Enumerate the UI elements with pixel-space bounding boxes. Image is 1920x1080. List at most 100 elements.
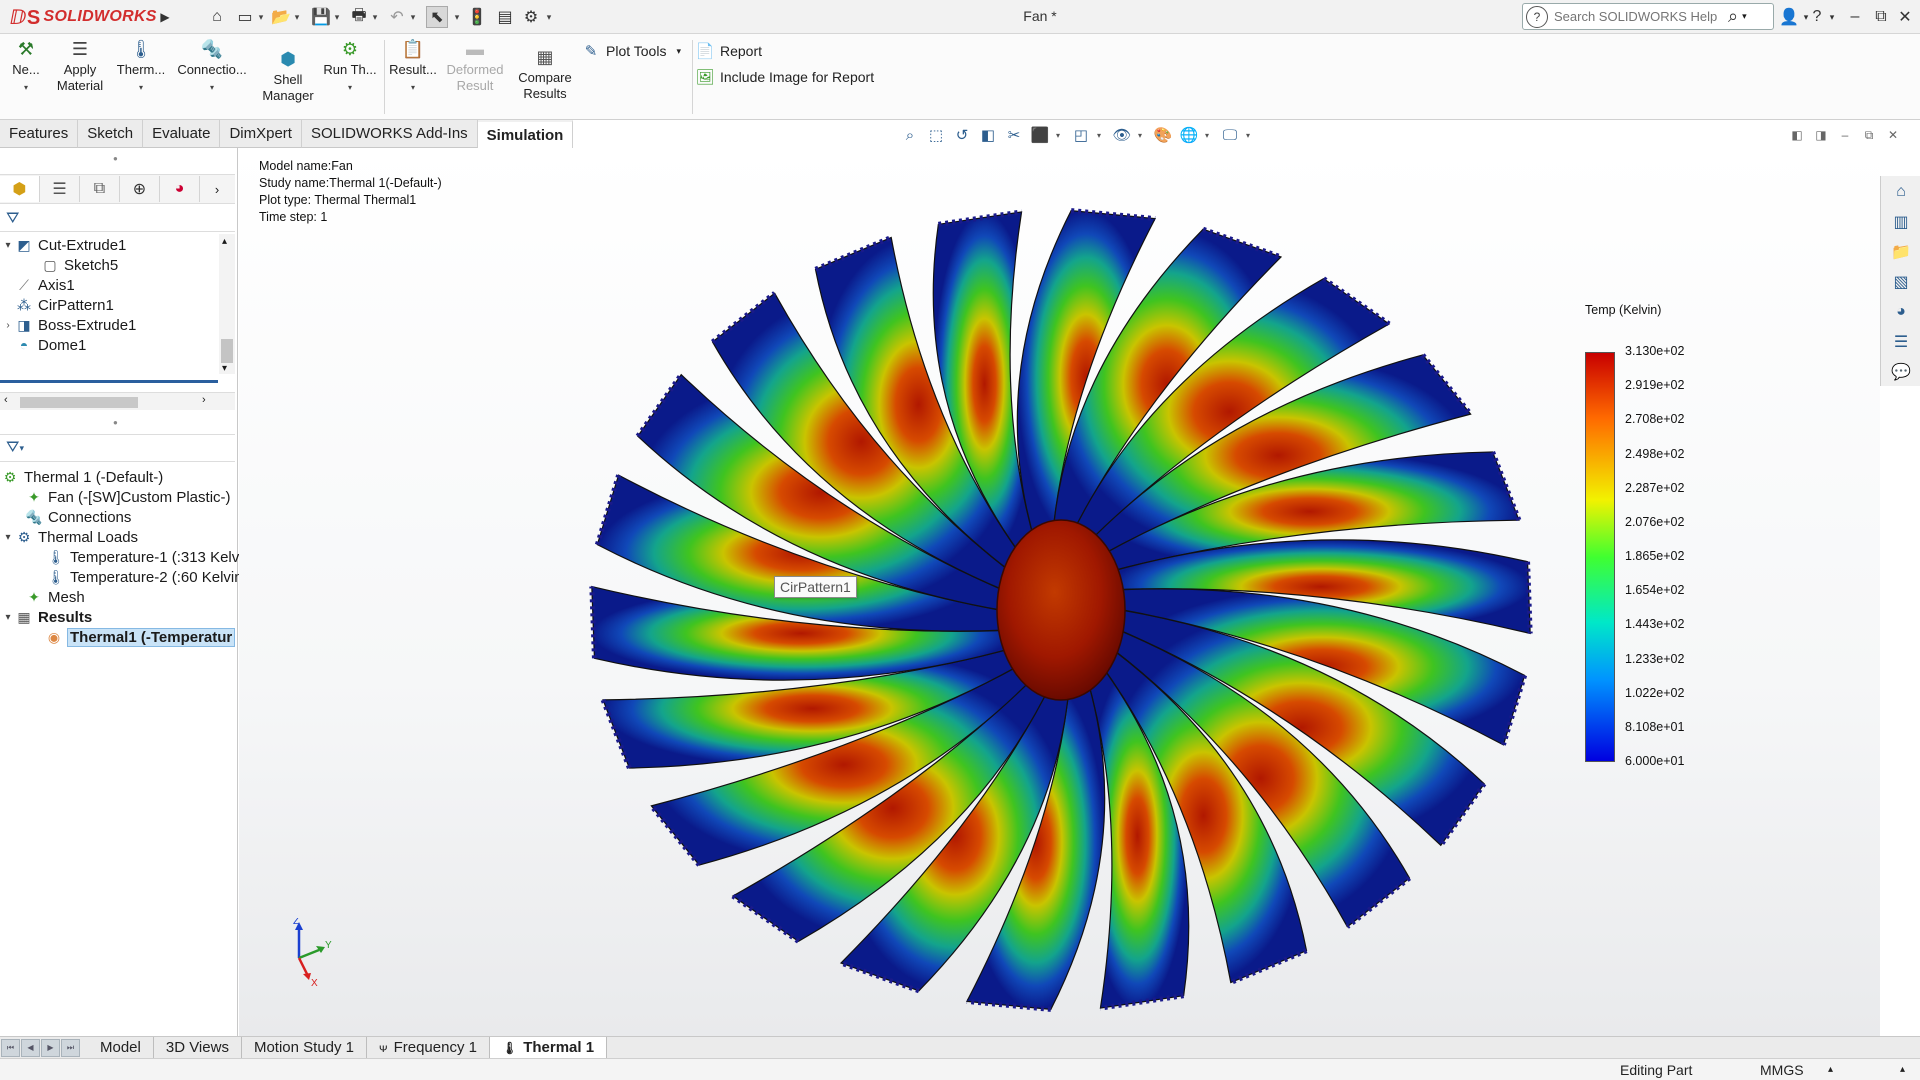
save-dropdown-icon[interactable]: ▾ <box>332 6 342 28</box>
section-view-icon[interactable]: ◧ <box>978 125 998 145</box>
solidworks-logo[interactable]: ⅅS SOLIDWORKS <box>10 4 157 30</box>
chevron-down-icon[interactable]: ▾ <box>1138 131 1147 140</box>
apply-material-button[interactable]: ☰ Apply Material <box>50 38 110 94</box>
new-document-icon[interactable]: ▭ <box>234 6 256 28</box>
rollback-bar[interactable] <box>0 380 218 383</box>
tab-features[interactable]: Features <box>0 120 79 148</box>
panel-grip-icon[interactable]: ● <box>113 154 118 163</box>
first-tab-icon[interactable]: ⏮ <box>1 1038 20 1057</box>
run-study-button[interactable]: ⚙ Run Th... ▾ <box>322 38 378 96</box>
panel-grip-icon[interactable]: ● <box>113 418 118 427</box>
deformed-result-button[interactable]: ▬ Deformed Result <box>444 38 506 94</box>
thermal-loads-button[interactable]: 🌡 Therm... ▾ <box>112 38 170 96</box>
tree-item-mesh[interactable]: ✦ Mesh <box>24 586 85 608</box>
chevron-down-icon[interactable]: ▾ <box>1097 131 1106 140</box>
search-box[interactable]: ? ⌕ ▾ <box>1522 3 1774 30</box>
appearances-icon[interactable]: ◕ <box>1885 298 1917 326</box>
tree-item-thermal-loads[interactable]: ▾ ⚙ Thermal Loads <box>2 526 138 548</box>
view-palette-icon[interactable]: ▧ <box>1885 268 1917 296</box>
design-library-icon[interactable]: ▥ <box>1885 208 1917 236</box>
next-tab-icon[interactable]: ▶ <box>41 1038 60 1057</box>
last-tab-icon[interactable]: ⏭ <box>61 1038 80 1057</box>
plot-tools-button[interactable]: ✎ Plot Tools ▾ <box>580 42 681 60</box>
rebuild-icon[interactable]: 🚦 <box>466 6 488 28</box>
configuration-manager-tab-icon[interactable]: ⧉ <box>80 176 120 202</box>
close-icon[interactable]: ✕ <box>1894 5 1916 29</box>
open-icon[interactable]: 📂 <box>270 6 292 28</box>
undo-icon[interactable]: ↶ <box>386 6 408 28</box>
view-orientation-icon[interactable]: ⬛ <box>1030 125 1050 145</box>
tab-motion-study-1[interactable]: Motion Study 1 <box>242 1036 368 1059</box>
legend-color-bar[interactable] <box>1585 352 1615 762</box>
expand-toggle[interactable]: ▾ <box>2 532 14 543</box>
help-icon[interactable]: ? <box>1806 5 1828 29</box>
search-icon[interactable]: ⌕ <box>1728 6 1738 27</box>
tab-3d-views[interactable]: 3D Views <box>154 1036 242 1059</box>
expand-toggle[interactable]: › <box>2 320 14 331</box>
options-gear-icon[interactable]: ⚙ <box>520 6 542 28</box>
viewport-expand-icon[interactable]: ◨ <box>1812 126 1830 144</box>
tab-evaluate[interactable]: Evaluate <box>143 120 221 148</box>
new-dropdown-icon[interactable]: ▾ <box>256 6 266 28</box>
unit-system-status[interactable]: MMGS <box>1760 1062 1804 1078</box>
tab-thermal-1[interactable]: 🌡 Thermal 1 <box>489 1036 608 1059</box>
tree-vertical-scrollbar[interactable]: ▴ ▾ <box>219 234 235 374</box>
expand-toggle[interactable]: ▾ <box>2 612 14 623</box>
zoom-to-fit-icon[interactable]: ⌕ <box>900 125 920 145</box>
chevron-down-icon[interactable]: ▾ <box>1056 131 1065 140</box>
tab-frequency-1[interactable]: ᴪ Frequency 1 <box>367 1036 490 1059</box>
tree-item-results[interactable]: ▾ ▦ Results <box>2 606 92 628</box>
tree-item-part-material[interactable]: ✦ Fan (-[SW]Custom Plastic-) <box>24 486 230 508</box>
tab-dimxpert[interactable]: DimXpert <box>220 120 302 148</box>
display-style-icon[interactable]: ◰ <box>1071 125 1091 145</box>
previous-view-icon[interactable]: ↺ <box>952 125 972 145</box>
viewport-restore-icon[interactable]: ⧉ <box>1860 126 1878 144</box>
feature-tree-filter-icon[interactable]: ⛛ <box>0 206 235 232</box>
tree-item-temperature-1[interactable]: 🌡 Temperature-1 (:313 Kelv <box>46 546 239 568</box>
scroll-up-icon[interactable]: ▴ <box>222 236 227 247</box>
hide-show-icon[interactable]: 👁 <box>1112 125 1132 145</box>
simulation-tree-filter-icon[interactable]: ⛛ ▾ <box>0 434 235 462</box>
tree-item-dome1[interactable]: ◓ Dome1 <box>14 334 87 356</box>
viewport-collapse-icon[interactable]: ◧ <box>1788 126 1806 144</box>
custom-properties-icon[interactable]: ☰ <box>1885 328 1917 356</box>
feature-manager-tab-icon[interactable]: ⬢ <box>0 176 40 202</box>
tree-item-connections[interactable]: 🔩 Connections <box>24 506 131 528</box>
chevron-right-icon[interactable]: › <box>200 176 234 202</box>
include-image-button[interactable]: 🖼 Include Image for Report <box>694 68 874 86</box>
tree-item-sketch5[interactable]: ▢ Sketch5 <box>40 254 118 276</box>
report-button[interactable]: 📄 Report <box>694 42 762 60</box>
zoom-to-area-icon[interactable]: ⬚ <box>926 125 946 145</box>
tree-item-thermal-study[interactable]: ⚙ Thermal 1 (-Default-) <box>0 466 163 488</box>
tree-item-cut-extrude1[interactable]: ▾ ◩ Cut-Extrude1 <box>2 234 126 256</box>
select-icon[interactable]: ⬉ <box>426 6 448 28</box>
open-dropdown-icon[interactable]: ▾ <box>292 6 302 28</box>
display-manager-tab-icon[interactable]: ◕ <box>160 176 200 202</box>
search-input[interactable] <box>1554 9 1724 24</box>
chevron-down-icon[interactable]: ▾ <box>1246 131 1255 140</box>
shell-manager-button[interactable]: ⬢ Shell Manager <box>258 48 318 104</box>
solidworks-resources-icon[interactable]: ⌂ <box>1885 178 1917 206</box>
tree-horizontal-scrollbar[interactable]: ‹ › <box>0 392 235 410</box>
save-icon[interactable]: 💾 <box>310 6 332 28</box>
chevron-down-icon[interactable]: ▾ <box>1205 131 1214 140</box>
property-manager-tab-icon[interactable]: ☰ <box>40 176 80 202</box>
new-study-button[interactable]: ⚒ Ne... ▾ <box>10 38 42 96</box>
fan-hub-dome[interactable] <box>996 519 1126 701</box>
tab-simulation[interactable]: Simulation <box>477 120 574 148</box>
scroll-down-icon[interactable]: ▾ <box>222 363 227 374</box>
tree-item-boss-extrude1[interactable]: › ◨ Boss-Extrude1 <box>2 314 136 336</box>
user-icon[interactable]: 👤 <box>1778 5 1800 29</box>
search-dropdown-icon[interactable]: ▾ <box>1742 11 1747 22</box>
previous-tab-icon[interactable]: ◀ <box>21 1038 40 1057</box>
tree-item-cirpattern1[interactable]: ⁂ CirPattern1 <box>14 294 114 316</box>
print-icon[interactable]: 🖶 <box>348 6 370 28</box>
results-advisor-button[interactable]: 📋 Result... ▾ <box>388 38 438 96</box>
scroll-right-icon[interactable]: › <box>202 394 206 406</box>
restore-icon[interactable]: ⧉ <box>1870 5 1892 29</box>
undo-dropdown-icon[interactable]: ▾ <box>408 6 418 28</box>
file-properties-icon[interactable]: ▤ <box>494 6 516 28</box>
scroll-left-icon[interactable]: ‹ <box>4 394 8 406</box>
select-dropdown-icon[interactable]: ▾ <box>452 6 462 28</box>
scroll-thumb[interactable] <box>221 339 233 363</box>
